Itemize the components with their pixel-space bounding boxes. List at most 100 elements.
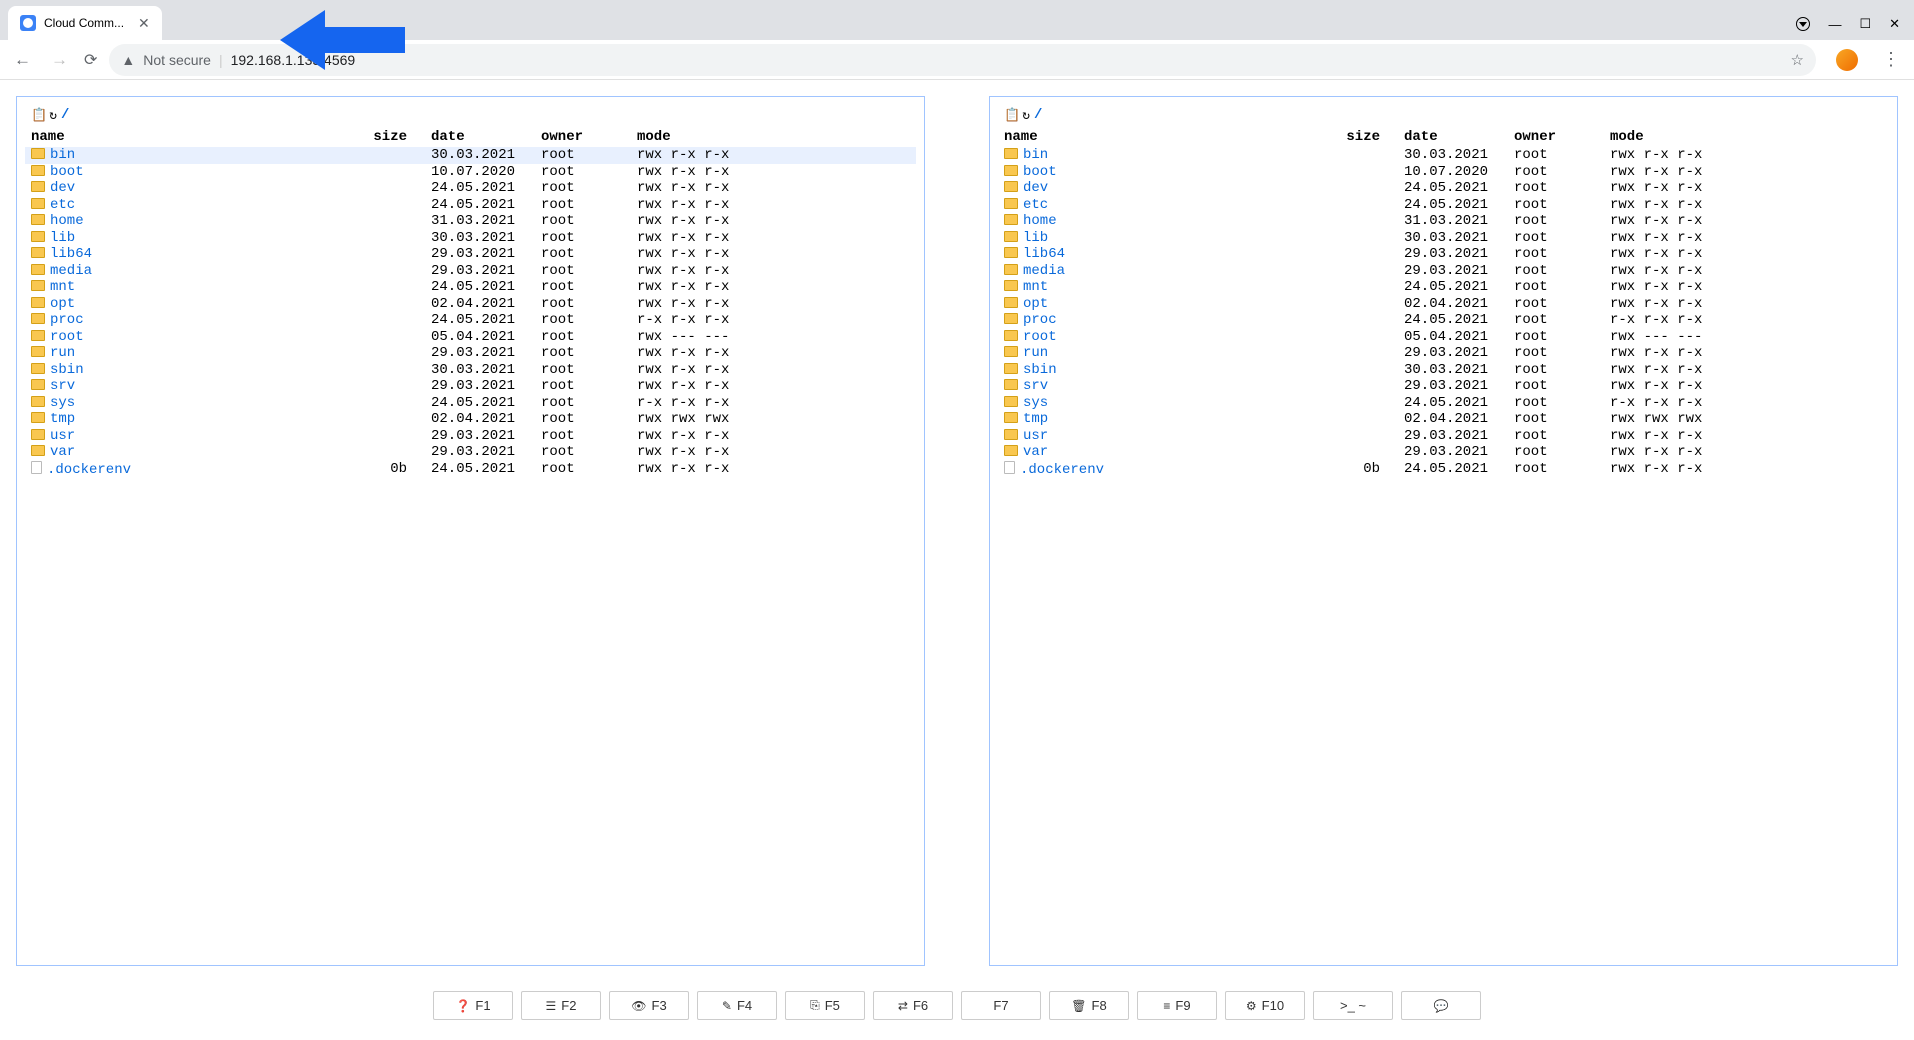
tab-close-icon[interactable]: ✕ (138, 15, 150, 32)
file-row[interactable]: run29.03.2021rootrwx r-x r-x (998, 345, 1889, 362)
file-row[interactable]: opt02.04.2021rootrwx r-x r-x (25, 296, 916, 313)
file-name: run (50, 345, 75, 361)
reload-button[interactable]: ⟳ (84, 50, 97, 70)
forward-button[interactable]: → (47, 50, 72, 70)
file-row[interactable]: sbin30.03.2021rootrwx r-x r-x (998, 362, 1889, 379)
file-row[interactable]: mnt24.05.2021rootrwx r-x r-x (998, 279, 1889, 296)
panel-path[interactable]: / (61, 107, 69, 123)
gear-icon: ⚙ (1246, 999, 1257, 1013)
file-mode: rwx r-x r-x (1604, 147, 1889, 164)
col-mode[interactable]: mode (1604, 127, 1889, 147)
reload-panel-icon[interactable]: ↻ (49, 108, 57, 123)
file-row[interactable]: boot10.07.2020rootrwx r-x r-x (998, 164, 1889, 181)
file-row[interactable]: proc24.05.2021rootr-x r-x r-x (25, 312, 916, 329)
fn-button-f9[interactable]: ≡F9 (1137, 991, 1217, 1020)
back-button[interactable]: ← (10, 50, 35, 70)
file-row[interactable]: etc24.05.2021rootrwx r-x r-x (25, 197, 916, 214)
file-row[interactable]: bin30.03.2021rootrwx r-x r-x (998, 147, 1889, 164)
profile-avatar[interactable] (1836, 49, 1858, 71)
window-close-icon[interactable]: ✕ (1889, 16, 1900, 32)
col-name[interactable]: name (998, 127, 1308, 147)
folder-icon (31, 264, 45, 275)
left-panel[interactable]: 📋 ↻ / name size date owner mode bin30.03… (16, 96, 925, 966)
fn-button-f5[interactable]: ⎘F5 (785, 991, 865, 1020)
fn-button-f4[interactable]: ✎F4 (697, 991, 777, 1020)
browser-menu-icon[interactable]: ⋮ (1878, 49, 1904, 70)
file-row[interactable]: tmp02.04.2021rootrwx rwx rwx (998, 411, 1889, 428)
file-row[interactable]: bin30.03.2021rootrwx r-x r-x (25, 147, 916, 164)
file-row[interactable]: dev24.05.2021rootrwx r-x r-x (25, 180, 916, 197)
file-row[interactable]: var29.03.2021rootrwx r-x r-x (998, 444, 1889, 461)
file-row[interactable]: .dockerenv0b24.05.2021rootrwx r-x r-x (998, 461, 1889, 479)
fn-button-f6[interactable]: ⇄F6 (873, 991, 953, 1020)
file-row[interactable]: tmp02.04.2021rootrwx rwx rwx (25, 411, 916, 428)
file-row[interactable]: media29.03.2021rootrwx r-x r-x (998, 263, 1889, 280)
file-row[interactable]: lib30.03.2021rootrwx r-x r-x (25, 230, 916, 247)
col-name[interactable]: name (25, 127, 335, 147)
file-name: etc (1023, 197, 1048, 213)
file-row[interactable]: lib6429.03.2021rootrwx r-x r-x (25, 246, 916, 263)
file-owner: root (1508, 411, 1604, 428)
file-row[interactable]: sbin30.03.2021rootrwx r-x r-x (25, 362, 916, 379)
panel-path[interactable]: / (1034, 107, 1042, 123)
folder-icon (1004, 198, 1018, 209)
fn-button-f7[interactable]: F7 (961, 991, 1041, 1020)
col-size[interactable]: size (1308, 127, 1398, 147)
file-row[interactable]: etc24.05.2021rootrwx r-x r-x (998, 197, 1889, 214)
reload-panel-icon[interactable]: ↻ (1022, 108, 1030, 123)
col-date[interactable]: date (1398, 127, 1508, 147)
file-row[interactable]: root05.04.2021rootrwx --- --- (998, 329, 1889, 346)
file-owner: root (1508, 263, 1604, 280)
col-mode[interactable]: mode (631, 127, 916, 147)
file-row[interactable]: dev24.05.2021rootrwx r-x r-x (998, 180, 1889, 197)
col-date[interactable]: date (425, 127, 535, 147)
file-date: 29.03.2021 (425, 428, 535, 445)
fn-button-chat[interactable]: 💬 (1401, 991, 1481, 1020)
clipboard-icon[interactable]: 📋 (1004, 108, 1020, 123)
file-date: 24.05.2021 (425, 312, 535, 329)
file-row[interactable]: opt02.04.2021rootrwx r-x r-x (998, 296, 1889, 313)
col-owner[interactable]: owner (535, 127, 631, 147)
file-date: 31.03.2021 (1398, 213, 1508, 230)
file-date: 29.03.2021 (1398, 428, 1508, 445)
file-row[interactable]: boot10.07.2020rootrwx r-x r-x (25, 164, 916, 181)
browser-tab[interactable]: Cloud Comm... ✕ (8, 6, 162, 40)
clipboard-icon[interactable]: 📋 (31, 108, 47, 123)
file-row[interactable]: usr29.03.2021rootrwx r-x r-x (998, 428, 1889, 445)
window-account-icon[interactable] (1796, 17, 1810, 31)
right-panel[interactable]: 📋 ↻ / name size date owner mode bin30.03… (989, 96, 1898, 966)
fn-button-f10[interactable]: ⚙F10 (1225, 991, 1305, 1020)
file-row[interactable]: lib6429.03.2021rootrwx r-x r-x (998, 246, 1889, 263)
fn-button-f2[interactable]: ☰F2 (521, 991, 601, 1020)
file-row[interactable]: .dockerenv0b24.05.2021rootrwx r-x r-x (25, 461, 916, 479)
file-name: sys (50, 395, 75, 411)
file-name: var (50, 444, 75, 460)
file-row[interactable]: run29.03.2021rootrwx r-x r-x (25, 345, 916, 362)
fn-button--[interactable]: >_ ~ (1313, 991, 1393, 1020)
file-row[interactable]: usr29.03.2021rootrwx r-x r-x (25, 428, 916, 445)
window-maximize-icon[interactable]: ☐ (1859, 16, 1871, 32)
col-size[interactable]: size (335, 127, 425, 147)
file-row[interactable]: proc24.05.2021rootr-x r-x r-x (998, 312, 1889, 329)
file-row[interactable]: var29.03.2021rootrwx r-x r-x (25, 444, 916, 461)
file-row[interactable]: mnt24.05.2021rootrwx r-x r-x (25, 279, 916, 296)
fn-button-f3[interactable]: 👁F3 (609, 991, 689, 1020)
bookmark-star-icon[interactable]: ☆ (1791, 51, 1804, 69)
file-row[interactable]: lib30.03.2021rootrwx r-x r-x (998, 230, 1889, 247)
file-size (1308, 296, 1398, 313)
file-owner: root (535, 362, 631, 379)
file-row[interactable]: root05.04.2021rootrwx --- --- (25, 329, 916, 346)
address-bar[interactable]: ▲ Not secure | 192.168.1.135:4569 ☆ (109, 44, 1816, 76)
file-row[interactable]: srv29.03.2021rootrwx r-x r-x (25, 378, 916, 395)
file-row[interactable]: media29.03.2021rootrwx r-x r-x (25, 263, 916, 280)
fn-button-f8[interactable]: 🗑F8 (1049, 991, 1129, 1020)
file-row[interactable]: sys24.05.2021rootr-x r-x r-x (998, 395, 1889, 412)
fn-button-f1[interactable]: ❓F1 (433, 991, 513, 1020)
col-owner[interactable]: owner (1508, 127, 1604, 147)
fn-label: F4 (737, 998, 752, 1013)
file-row[interactable]: srv29.03.2021rootrwx r-x r-x (998, 378, 1889, 395)
file-row[interactable]: home31.03.2021rootrwx r-x r-x (25, 213, 916, 230)
file-row[interactable]: home31.03.2021rootrwx r-x r-x (998, 213, 1889, 230)
window-minimize-icon[interactable]: — (1828, 17, 1841, 32)
file-row[interactable]: sys24.05.2021rootr-x r-x r-x (25, 395, 916, 412)
